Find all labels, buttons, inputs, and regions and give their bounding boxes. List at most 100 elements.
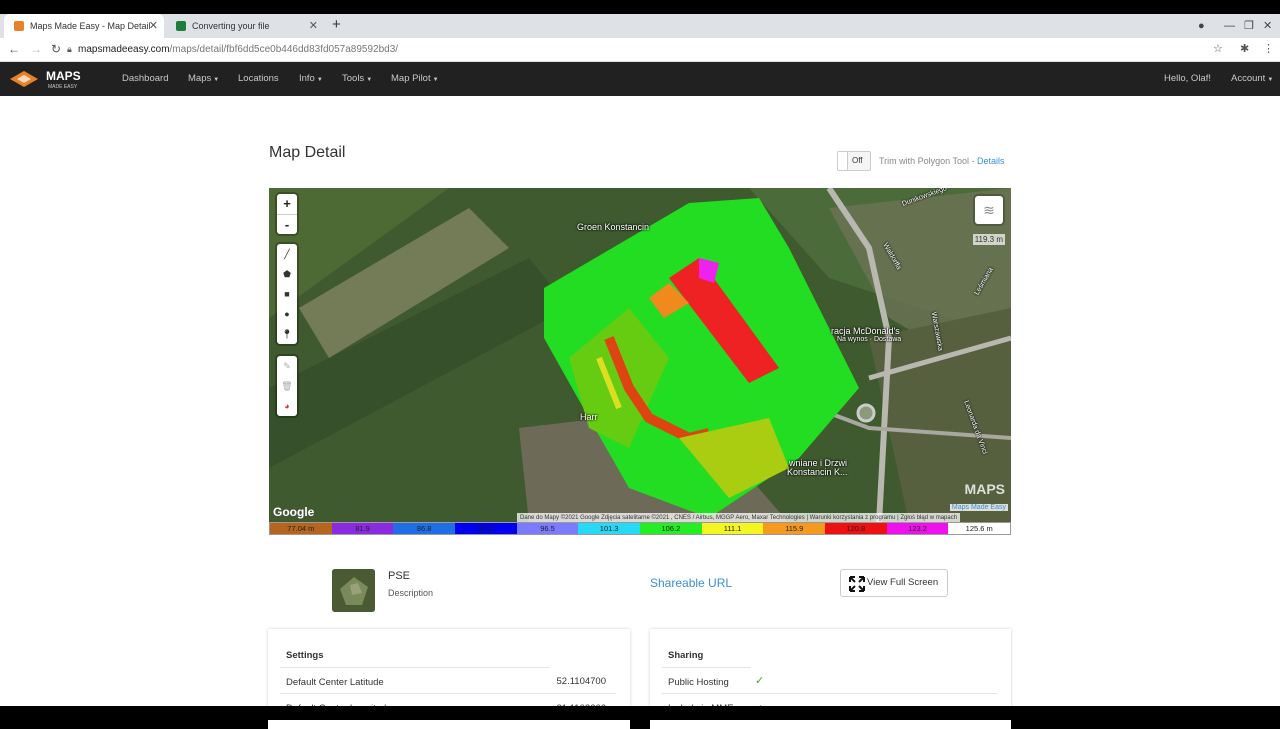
place-label-harr: Harr xyxy=(580,412,598,422)
shareable-url-link[interactable]: Shareable URL xyxy=(650,576,732,590)
check-icon: ✓ xyxy=(755,675,765,687)
satellite-terrain xyxy=(269,188,1011,523)
legend-item: 123.2 xyxy=(886,523,949,534)
close-tab-icon[interactable]: ✕ xyxy=(309,14,318,38)
caret-down-icon: ▼ xyxy=(213,77,220,83)
nav-map-pilot[interactable]: Map Pilot ▼ xyxy=(391,62,439,97)
legend-item: 101.3 xyxy=(578,523,641,534)
close-window-icon[interactable]: ✕ xyxy=(1263,14,1272,38)
nav-tools-label: Tools xyxy=(342,73,365,84)
caret-down-icon: ▼ xyxy=(1267,77,1274,83)
view-full-screen-label: View Full Screen xyxy=(867,577,939,588)
map-description: Description xyxy=(388,588,434,598)
bookmark-star-icon[interactable]: ☆ xyxy=(1213,42,1223,55)
legend-item: 111.1 xyxy=(701,523,764,534)
reload-icon[interactable]: ↻ xyxy=(51,42,61,56)
legend-item: 86.8 xyxy=(393,523,456,534)
nav-maps[interactable]: Maps ▼ xyxy=(188,62,219,97)
setting-value: 52.1104700 xyxy=(556,676,607,687)
map-scale: 119.3 m xyxy=(972,234,1005,245)
settings-row: Default Center Latitude xyxy=(280,667,550,693)
map-name: PSE xyxy=(388,570,411,582)
toggle-knob xyxy=(838,152,848,170)
trim-text-label: Trim with Polygon Tool - xyxy=(879,156,978,166)
new-tab-icon[interactable]: + xyxy=(332,16,341,33)
mme-map-link[interactable]: Maps Made Easy xyxy=(949,504,1008,511)
site-navbar: MAPS MADE EASY Dashboard Maps ▼ Locations… xyxy=(0,62,1280,96)
tab-title: Maps Made Easy - Map Detail xyxy=(30,21,151,31)
nav-info[interactable]: Info ▼ xyxy=(299,62,323,97)
draw-marker-icon[interactable]: 📍︎ xyxy=(277,324,297,344)
thumbnail-image xyxy=(332,569,375,612)
maximize-icon[interactable]: ❐ xyxy=(1244,14,1254,38)
view-full-screen-button[interactable]: View Full Screen xyxy=(840,569,948,597)
nav-account-label: Account xyxy=(1231,73,1266,84)
fullscreen-icon xyxy=(849,576,865,592)
maps-made-easy-logo[interactable]: MAPS MADE EASY xyxy=(8,68,100,90)
zoom-out-button[interactable]: - xyxy=(277,214,297,234)
close-tab-icon[interactable]: ✕ xyxy=(149,14,158,38)
extensions-icon[interactable]: ✱ xyxy=(1240,42,1249,55)
logo-text: MAPS xyxy=(46,69,81,83)
tab-bar: Maps Made Easy - Map Detail ✕ Converting… xyxy=(0,14,1280,38)
sharing-row: Public Hosting xyxy=(662,667,751,693)
tab-converting[interactable]: Converting your file ✕ xyxy=(166,14,324,38)
elevation-legend: 77.04 m 81.9 86.8 91.6 96.5 101.3 106.2 … xyxy=(269,522,1011,535)
url-path: /maps/detail/fbf6dd5ce0b446dd83fd057a895… xyxy=(169,44,399,55)
nav-maps-label: Maps xyxy=(188,73,212,84)
legend-item: 96.5 xyxy=(516,523,579,534)
caret-down-icon: ▼ xyxy=(432,77,439,83)
mme-favicon-icon xyxy=(14,21,24,31)
profile-icon[interactable]: ● xyxy=(1198,14,1205,38)
letterbox-bottom xyxy=(0,706,1280,720)
menu-kebab-icon[interactable]: ⋮ xyxy=(1263,42,1274,55)
nav-tools[interactable]: Tools ▼ xyxy=(342,62,372,97)
draw-circle-icon[interactable]: ● xyxy=(277,304,297,324)
layers-icon[interactable]: ≋ xyxy=(975,196,1003,224)
user-greeting[interactable]: Hello, Olaf! xyxy=(1164,62,1211,96)
edit-layers-icon[interactable]: ✎ xyxy=(277,356,297,376)
sharing-key: Public Hosting xyxy=(668,677,729,688)
tab-title: Converting your file xyxy=(192,21,270,31)
zoom-in-button[interactable]: + xyxy=(277,194,297,214)
caret-down-icon: ▼ xyxy=(316,77,323,83)
draw-toolbar: ╱ ⬟ ■ ● 📍︎ xyxy=(277,244,297,344)
draw-polygon-icon[interactable]: ⬟ xyxy=(277,264,297,284)
nav-account[interactable]: Account ▼ xyxy=(1231,62,1273,97)
trim-details-link[interactable]: Details xyxy=(977,156,1005,166)
place-label-okna-2: Konstancin K... xyxy=(787,467,848,477)
draw-rectangle-icon[interactable]: ■ xyxy=(277,284,297,304)
minimize-icon[interactable]: — xyxy=(1224,14,1235,38)
legend-item: 115.9 xyxy=(763,523,826,534)
trim-polygon-toggle[interactable]: Off xyxy=(837,151,871,171)
draw-polyline-icon[interactable]: ╱ xyxy=(277,244,297,264)
delete-layers-icon[interactable]: 🗑︎ xyxy=(277,376,297,396)
logo-subtext: MADE EASY xyxy=(48,84,78,90)
legend-item: 91.6 xyxy=(455,523,517,534)
page-title: Map Detail xyxy=(269,144,346,161)
nav-locations[interactable]: Locations xyxy=(238,62,279,96)
edit-toolbar: ✎ 🗑︎ ◕ xyxy=(277,356,297,416)
map-thumbnail[interactable] xyxy=(332,569,375,612)
mme-watermark: MAPS xyxy=(964,481,1005,497)
lock-icon: 🔒︎ xyxy=(67,44,72,54)
place-label-mcdonalds: racja McDonald's xyxy=(831,326,900,336)
settings-title: Settings xyxy=(286,650,324,661)
google-logo[interactable]: Google xyxy=(273,505,314,519)
setting-key: Default Center Latitude xyxy=(286,677,384,688)
forward-icon[interactable]: → xyxy=(30,42,42,56)
back-icon[interactable]: ← xyxy=(8,42,20,56)
url-host: mapsmadeeasy.com xyxy=(78,44,170,55)
legend-item: 106.2 xyxy=(640,523,702,534)
map-viewer[interactable]: Groen Konstancin racja McDonald's Na wyn… xyxy=(269,188,1011,523)
sheet-favicon-icon xyxy=(176,21,186,31)
place-label-groen: Groen Konstancin xyxy=(577,222,650,232)
nav-dashboard[interactable]: Dashboard xyxy=(122,62,168,96)
caret-down-icon: ▼ xyxy=(366,77,373,83)
trim-polygon-text: Trim with Polygon Tool - Details xyxy=(879,156,1005,166)
tab-map-detail[interactable]: Maps Made Easy - Map Detail ✕ xyxy=(4,14,164,38)
color-picker-icon[interactable]: ◕ xyxy=(277,396,297,416)
zoom-control: + - xyxy=(277,194,297,234)
toggle-label: Off xyxy=(852,156,863,165)
url-field[interactable]: mapsmadeeasy.com/maps/detail/fbf6dd5ce0b… xyxy=(78,38,398,62)
